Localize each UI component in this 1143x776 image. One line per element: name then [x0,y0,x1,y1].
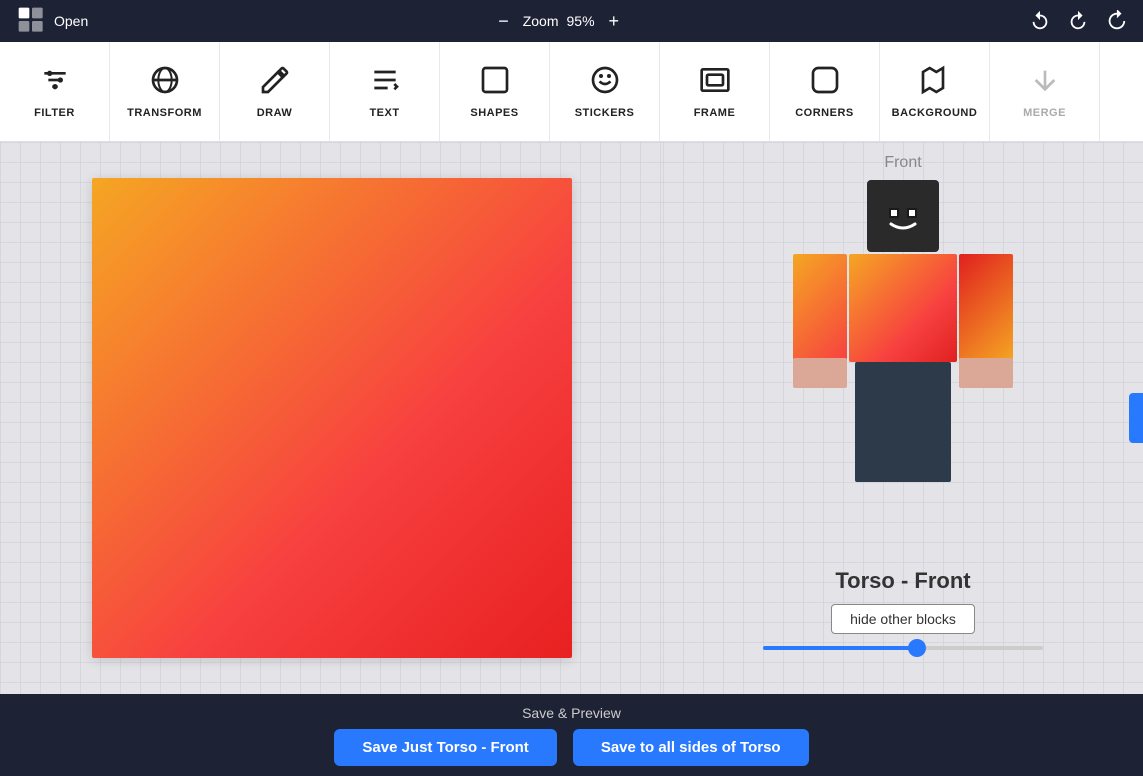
top-bar-left: Open [16,5,88,37]
shapes-label: SHAPES [470,107,518,119]
transform-icon [149,64,181,101]
char-hand-right [959,358,1013,388]
canvas-area[interactable] [0,142,663,694]
toolbar-draw[interactable]: DRAW [220,42,330,141]
char-hand-left [793,358,847,388]
toolbar-corners[interactable]: CORNERS [770,42,880,141]
toolbar-text[interactable]: TEXT [330,42,440,141]
main-area: Front [0,142,1143,694]
shapes-icon [479,64,511,101]
top-bar-right [1029,10,1127,32]
toolbar-background[interactable]: BACKGROUND [880,42,990,141]
zoom-value: 95% [567,13,595,29]
draw-label: DRAW [257,107,293,119]
character-preview [743,180,1063,560]
merge-label: MERGE [1023,107,1066,119]
toolbar-merge[interactable]: MERGE [990,42,1100,141]
draw-icon [259,64,291,101]
slider-fill [763,646,917,650]
slider-thumb[interactable] [908,639,926,657]
zoom-minus-button[interactable]: − [492,9,515,34]
stickers-label: STICKERS [575,107,635,119]
toolbar-shapes[interactable]: SHAPES [440,42,550,141]
toolbar-stickers[interactable]: STICKERS [550,42,660,141]
open-button[interactable]: Open [16,5,88,37]
filter-label: FILTER [34,107,75,119]
text-icon [369,64,401,101]
preview-area: Front [663,142,1143,694]
char-leg-right [899,362,951,482]
toolbar: FILTER TRANSFORM DRAW TEXT [0,42,1143,142]
top-bar: Open − Zoom 95% + [0,0,1143,42]
save-preview-label: Save & Preview [522,705,621,721]
zoom-control: − Zoom 95% + [492,9,625,34]
background-label: BACKGROUND [892,107,978,119]
zoom-label: Zoom [523,13,559,29]
char-arm-left [793,254,847,362]
preview-slider[interactable] [763,646,1043,650]
corners-icon [809,64,841,101]
char-torso [849,254,957,362]
undo-icon[interactable] [1029,10,1051,32]
front-label: Front [884,154,921,172]
toolbar-frame[interactable]: FRAME [660,42,770,141]
right-edge-tab[interactable] [1129,393,1143,443]
frame-label: FRAME [694,107,736,119]
transform-label: TRANSFORM [127,107,202,119]
background-icon [919,64,951,101]
hide-other-blocks-button[interactable]: hide other blocks [831,604,975,634]
corners-label: CORNERS [795,107,854,119]
stickers-icon [589,64,621,101]
open-label: Open [54,13,88,29]
text-label: TEXT [369,107,399,119]
bottom-bar: Save & Preview Save Just Torso - Front S… [0,694,1143,776]
char-head [867,180,939,252]
history-icon[interactable] [1105,10,1127,32]
char-arm-right [959,254,1013,362]
bottom-buttons: Save Just Torso - Front Save to all side… [334,729,808,766]
save-all-sides-button[interactable]: Save to all sides of Torso [573,729,809,766]
filter-icon [39,64,71,101]
slider-track [763,646,1043,650]
frame-icon [699,64,731,101]
save-just-torso-front-button[interactable]: Save Just Torso - Front [334,729,556,766]
torso-label: Torso - Front [835,568,970,594]
toolbar-filter[interactable]: FILTER [0,42,110,141]
canvas-image [92,178,572,658]
merge-icon [1029,64,1061,101]
toolbar-transform[interactable]: TRANSFORM [110,42,220,141]
zoom-plus-button[interactable]: + [603,9,626,34]
redo-icon[interactable] [1067,10,1089,32]
